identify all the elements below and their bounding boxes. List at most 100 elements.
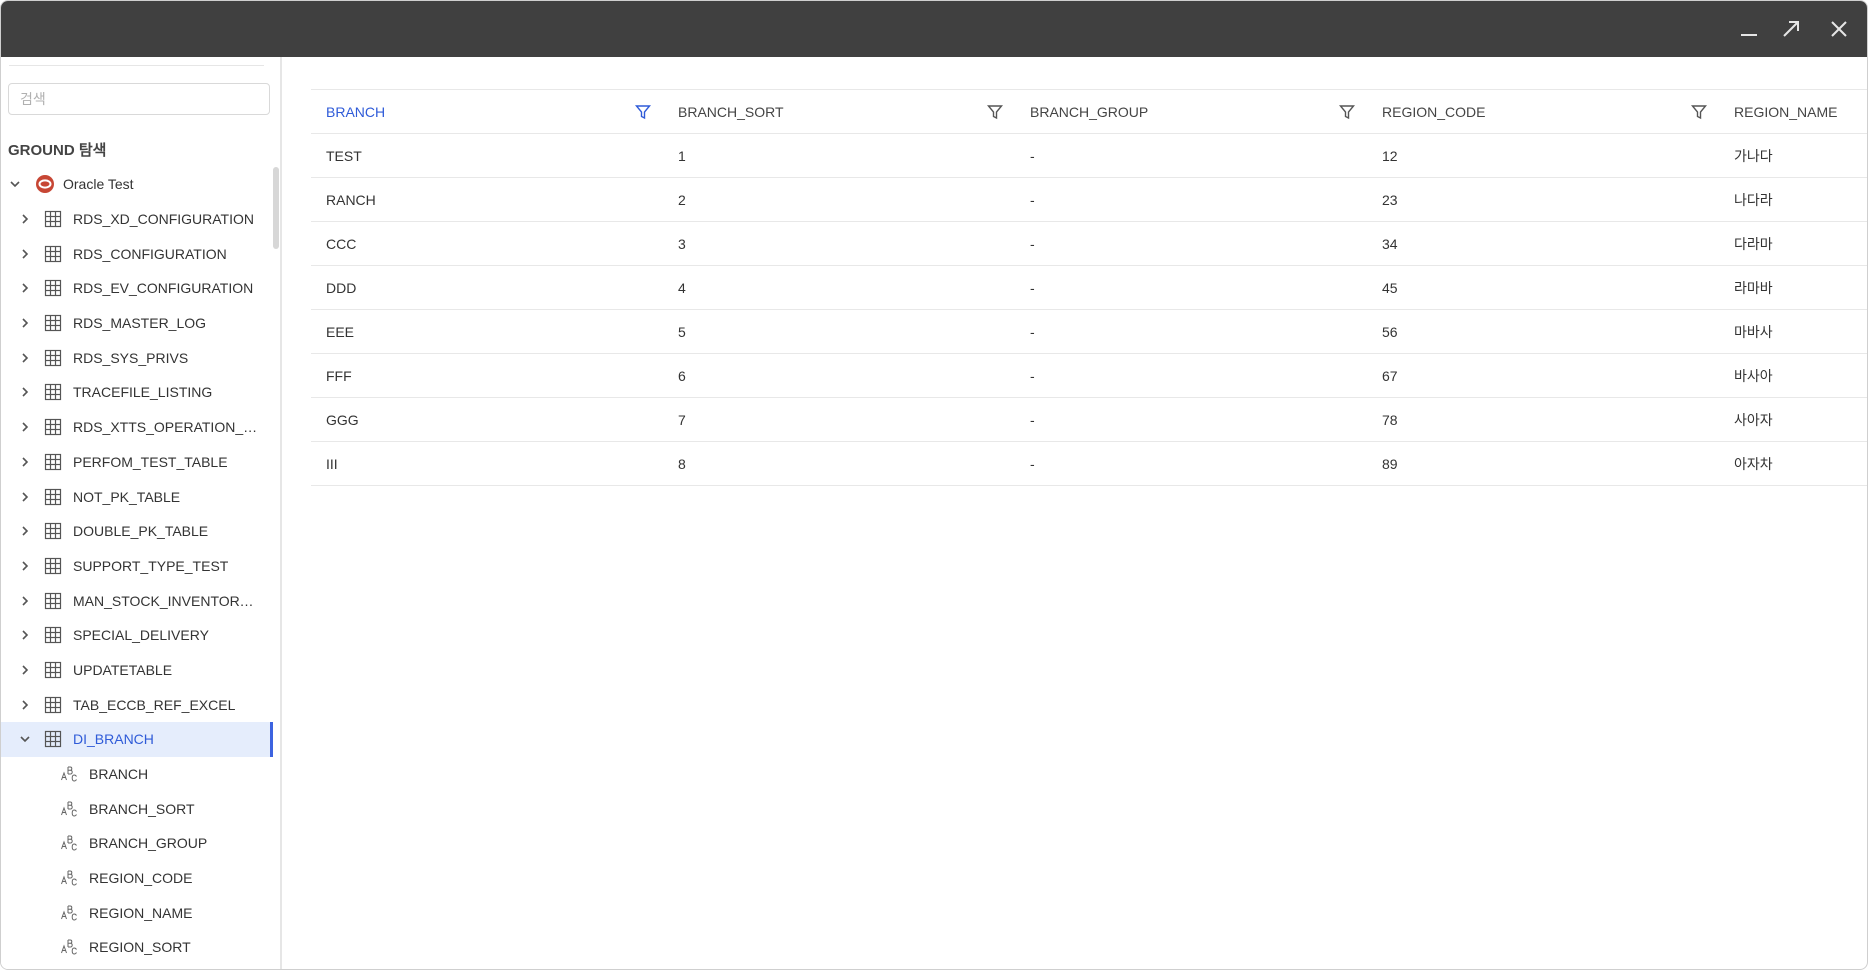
table-cell-branch-sort[interactable]: 8 [663, 441, 1015, 486]
tree-table-item[interactable]: DOUBLE_PK_TABLE [1, 514, 273, 549]
chevron-right-icon[interactable] [17, 489, 33, 505]
table-cell-branch-group[interactable]: - [1015, 221, 1367, 266]
tree-table-item[interactable]: RDS_XTTS_OPERATION_IN… [1, 410, 273, 445]
table-cell-branch-sort[interactable]: 7 [663, 397, 1015, 442]
table-cell-branch[interactable]: RANCH [311, 177, 663, 222]
chevron-right-icon[interactable] [17, 697, 33, 713]
table-row[interactable]: FFF 6-67 바사아 [311, 353, 1867, 398]
minimize-button[interactable] [1735, 15, 1763, 43]
table-cell-branch-sort[interactable]: 5 [663, 309, 1015, 354]
table-cell-branch[interactable]: DDD [311, 265, 663, 310]
chevron-right-icon[interactable] [17, 280, 33, 296]
filter-icon[interactable] [1339, 104, 1355, 120]
tree-table-item-selected[interactable]: DI_BRANCH [1, 722, 273, 757]
chevron-right-icon[interactable] [17, 593, 33, 609]
chevron-right-icon[interactable] [17, 246, 33, 262]
table-cell-branch-group[interactable]: - [1015, 353, 1367, 398]
table-row[interactable]: DDD 4-45 라마바 [311, 265, 1867, 310]
column-header-branch-sort[interactable]: BRANCH_SORT [663, 89, 1015, 134]
tree-table-item[interactable]: RDS_CONFIGURATION [1, 236, 273, 271]
column-header-region-code[interactable]: REGION_CODE [1367, 89, 1719, 134]
tree-column-item[interactable]: REGION_SORT [1, 930, 273, 965]
table-row[interactable]: EEE 5-56 마바사 [311, 309, 1867, 354]
tree-table-item[interactable]: RDS_EV_CONFIGURATION [1, 271, 273, 306]
table-cell-region-code[interactable]: 45 [1367, 265, 1719, 310]
tree-table-item[interactable]: TRACEFILE_LISTING [1, 375, 273, 410]
tree-table-item[interactable]: RDS_MASTER_LOG [1, 306, 273, 341]
table-cell-branch-sort[interactable]: 1 [663, 133, 1015, 178]
table-row[interactable]: TEST 1-12 가나다 [311, 133, 1867, 178]
table-row[interactable]: III 8-89 아자차 [311, 441, 1867, 486]
tree-table-item[interactable]: NOT_PK_TABLE [1, 479, 273, 514]
table-cell-region-name[interactable]: 바사아 [1719, 353, 1867, 398]
chevron-right-icon[interactable] [17, 350, 33, 366]
search-input[interactable] [8, 83, 270, 115]
tree-table-item[interactable]: SPECIAL_DELIVERY [1, 618, 273, 653]
tree-column-item[interactable]: BRANCH [1, 757, 273, 792]
filter-icon[interactable] [1691, 104, 1707, 120]
chevron-right-icon[interactable] [17, 384, 33, 400]
tree-table-item[interactable]: RDS_SYS_PRIVS [1, 340, 273, 375]
table-cell-branch-sort[interactable]: 6 [663, 353, 1015, 398]
table-cell-branch[interactable]: CCC [311, 221, 663, 266]
sidebar-scrollbar[interactable] [273, 167, 279, 249]
chevron-right-icon[interactable] [17, 211, 33, 227]
table-row[interactable]: RANCH 2-23 나다라 [311, 177, 1867, 222]
table-cell-branch-group[interactable]: - [1015, 265, 1367, 310]
close-button[interactable] [1825, 15, 1853, 43]
table-cell-region-code[interactable]: 12 [1367, 133, 1719, 178]
column-header-region-name[interactable]: REGION_NAME [1719, 89, 1867, 134]
chevron-right-icon[interactable] [17, 454, 33, 470]
table-cell-branch-group[interactable]: - [1015, 177, 1367, 222]
table-cell-region-code[interactable]: 78 [1367, 397, 1719, 442]
table-cell-region-name[interactable]: 나다라 [1719, 177, 1867, 222]
table-cell-branch[interactable]: EEE [311, 309, 663, 354]
table-cell-region-code[interactable]: 56 [1367, 309, 1719, 354]
table-cell-branch[interactable]: GGG [311, 397, 663, 442]
filter-icon[interactable] [987, 104, 1003, 120]
chevron-right-icon[interactable] [17, 315, 33, 331]
tree-table-item[interactable]: UPDATETABLE [1, 653, 273, 688]
table-cell-region-name[interactable]: 라마바 [1719, 265, 1867, 310]
table-cell-region-name[interactable]: 아자차 [1719, 441, 1867, 486]
tree-table-item[interactable]: RDS_XD_CONFIGURATION [1, 202, 273, 237]
chevron-right-icon[interactable] [17, 627, 33, 643]
tree-table-item[interactable]: TAB_ECCB_REF_EXCEL [1, 687, 273, 722]
chevron-right-icon[interactable] [17, 523, 33, 539]
column-header-branch[interactable]: BRANCH [311, 89, 663, 134]
maximize-button[interactable] [1777, 15, 1805, 43]
table-row[interactable]: GGG 7-78 사아자 [311, 397, 1867, 442]
table-cell-branch[interactable]: TEST [311, 133, 663, 178]
table-row[interactable]: CCC 3-34 다라마 [311, 221, 1867, 266]
table-cell-branch-sort[interactable]: 3 [663, 221, 1015, 266]
chevron-right-icon[interactable] [17, 558, 33, 574]
tree-column-item[interactable]: BRANCH_GROUP [1, 826, 273, 861]
table-cell-region-code[interactable]: 23 [1367, 177, 1719, 222]
tree-table-item[interactable]: MAN_STOCK_INVENTORYC… [1, 583, 273, 618]
tree-column-item[interactable]: REGION_NAME [1, 895, 273, 930]
chevron-down-icon[interactable] [17, 731, 33, 747]
filter-icon[interactable] [635, 104, 651, 120]
table-cell-branch-sort[interactable]: 2 [663, 177, 1015, 222]
table-cell-branch-group[interactable]: - [1015, 441, 1367, 486]
tree-table-item[interactable]: PERFOM_TEST_TABLE [1, 445, 273, 480]
table-cell-region-name[interactable]: 마바사 [1719, 309, 1867, 354]
table-cell-region-name[interactable]: 가나다 [1719, 133, 1867, 178]
tree-column-item[interactable]: REGION_CODE [1, 861, 273, 896]
column-header-branch-group[interactable]: BRANCH_GROUP [1015, 89, 1367, 134]
tree-column-item[interactable]: BRANCH_SORT [1, 791, 273, 826]
chevron-right-icon[interactable] [17, 419, 33, 435]
table-cell-branch-group[interactable]: - [1015, 309, 1367, 354]
table-cell-branch-group[interactable]: - [1015, 397, 1367, 442]
table-cell-branch-group[interactable]: - [1015, 133, 1367, 178]
tree-table-item[interactable]: SUPPORT_TYPE_TEST [1, 549, 273, 584]
table-cell-branch[interactable]: FFF [311, 353, 663, 398]
chevron-right-icon[interactable] [17, 662, 33, 678]
table-cell-region-code[interactable]: 89 [1367, 441, 1719, 486]
table-cell-region-name[interactable]: 사아자 [1719, 397, 1867, 442]
table-cell-region-name[interactable]: 다라마 [1719, 221, 1867, 266]
table-cell-region-code[interactable]: 34 [1367, 221, 1719, 266]
table-cell-region-code[interactable]: 67 [1367, 353, 1719, 398]
table-cell-branch[interactable]: III [311, 441, 663, 486]
chevron-down-icon[interactable] [7, 176, 23, 192]
